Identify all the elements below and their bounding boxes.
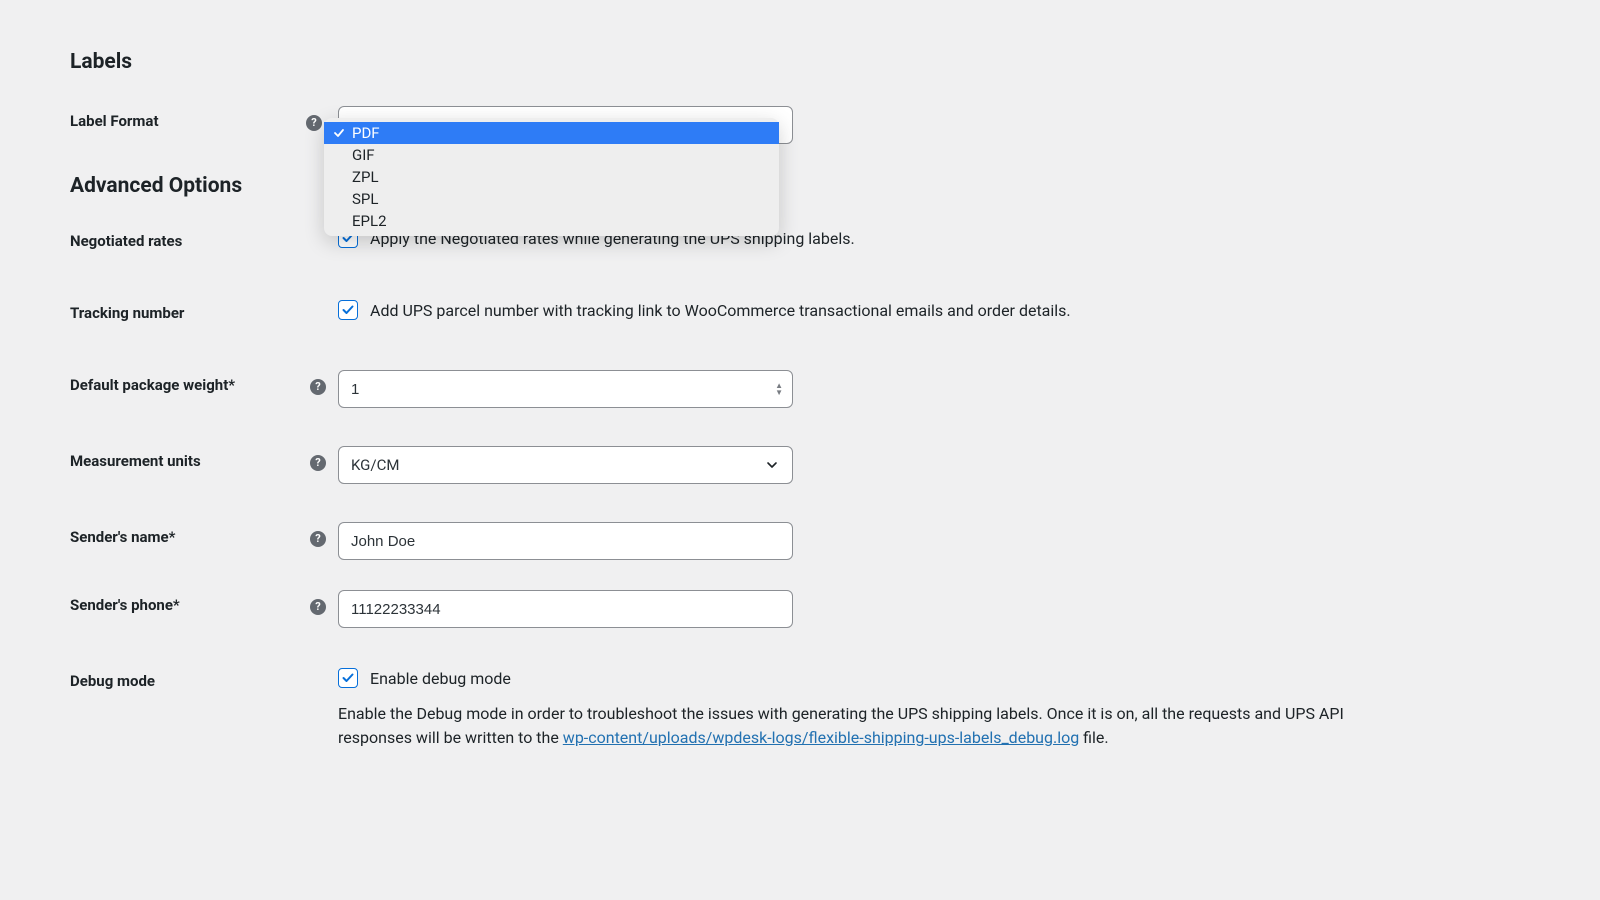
help-icon[interactable]: ? [310, 531, 326, 547]
row-negotiated-rates: Negotiated rates Apply the Negotiated ra… [70, 226, 1530, 260]
label-format-dropdown: PDF GIF ZPL SPL EPL2 [324, 118, 779, 236]
tracking-number-checkbox[interactable] [338, 300, 358, 320]
advanced-heading: Advanced Options [70, 174, 1530, 198]
debug-mode-label: Debug mode [70, 666, 310, 690]
help-icon[interactable]: ? [306, 115, 322, 131]
row-tracking-number: Tracking number Add UPS parcel number wi… [70, 298, 1530, 332]
sender-phone-input[interactable] [338, 590, 793, 628]
sender-phone-label: Sender's phone* [70, 590, 310, 614]
debug-mode-checkbox[interactable] [338, 668, 358, 688]
tracking-number-label: Tracking number [70, 298, 310, 322]
check-icon [333, 127, 345, 139]
negotiated-rates-label: Negotiated rates [70, 226, 310, 250]
debug-description: Enable the Debug mode in order to troubl… [338, 702, 1398, 750]
label-format-label: Label Format [70, 106, 310, 130]
sender-name-label: Sender's name* [70, 522, 310, 546]
tracking-number-text: Add UPS parcel number with tracking link… [370, 301, 1071, 320]
help-icon[interactable]: ? [310, 599, 326, 615]
debug-mode-text: Enable debug mode [370, 669, 511, 688]
option-spl[interactable]: SPL [324, 188, 779, 210]
option-zpl[interactable]: ZPL [324, 166, 779, 188]
row-sender-phone: Sender's phone* ? [70, 590, 1530, 628]
row-debug-mode: Debug mode Enable debug mode Enable the … [70, 666, 1530, 750]
labels-heading: Labels [70, 50, 1530, 74]
measurement-units-label: Measurement units [70, 446, 310, 470]
help-icon[interactable]: ? [310, 455, 326, 471]
help-icon[interactable]: ? [310, 379, 326, 395]
option-gif[interactable]: GIF [324, 144, 779, 166]
default-weight-input[interactable] [338, 370, 793, 408]
row-default-weight: Default package weight* ? ▲▼ [70, 370, 1530, 408]
row-measurement-units: Measurement units ? KG/CM [70, 446, 1530, 484]
option-pdf[interactable]: PDF [324, 122, 779, 144]
default-weight-label: Default package weight* [70, 370, 310, 394]
debug-log-link[interactable]: wp-content/uploads/wpdesk-logs/flexible-… [563, 728, 1079, 747]
row-sender-name: Sender's name* ? [70, 522, 1530, 560]
row-label-format: Label Format ? PDF GIF ZPL SPL EPL2 [70, 106, 1530, 144]
option-epl2[interactable]: EPL2 [324, 210, 779, 232]
measurement-units-select[interactable]: KG/CM [338, 446, 793, 484]
sender-name-input[interactable] [338, 522, 793, 560]
